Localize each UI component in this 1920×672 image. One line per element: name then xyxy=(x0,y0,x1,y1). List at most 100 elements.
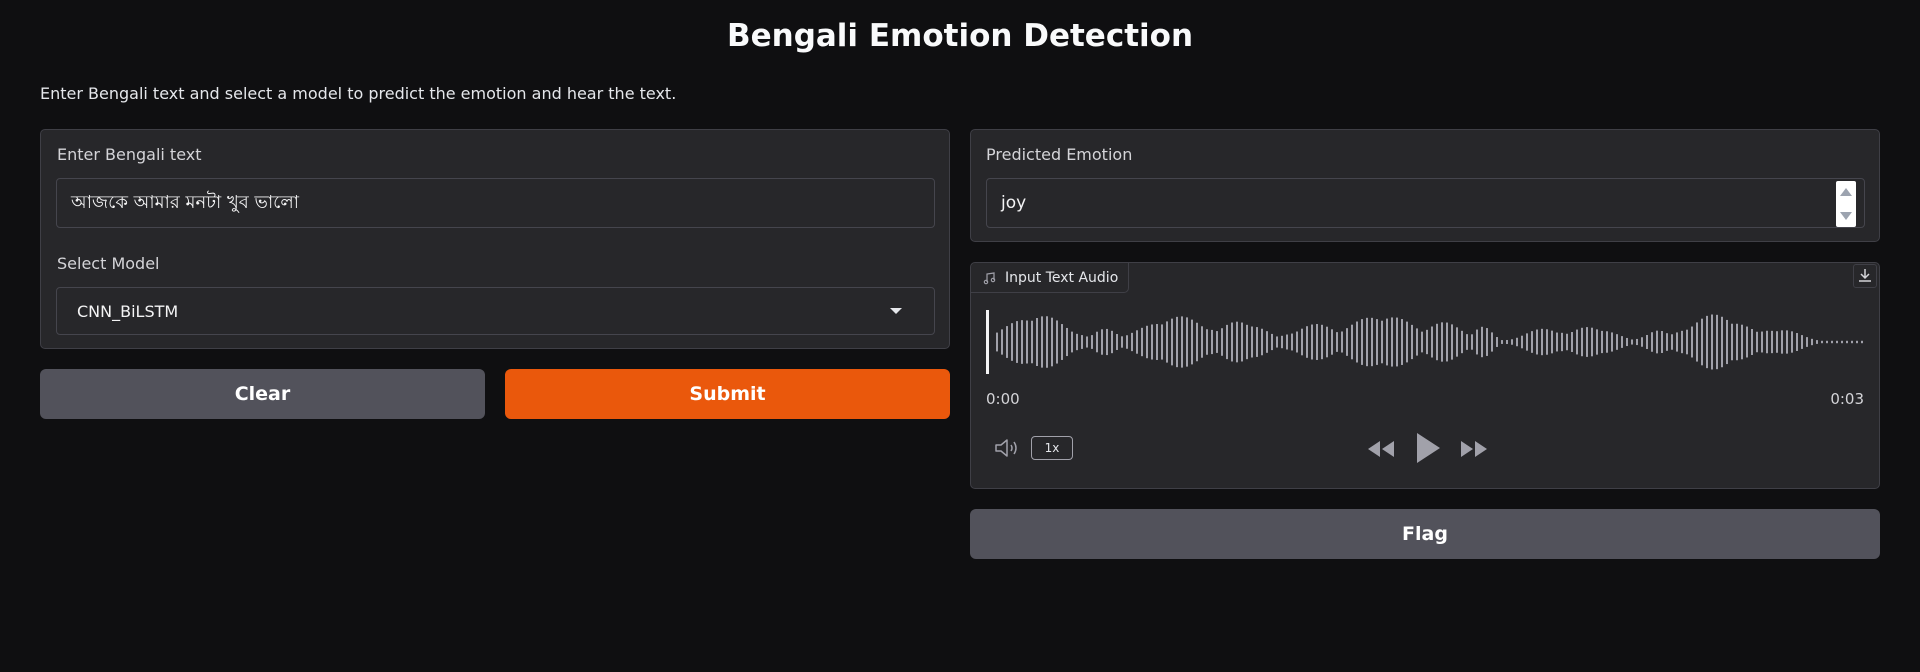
waveform-bar xyxy=(1776,331,1778,353)
waveform-bar xyxy=(1066,327,1068,357)
waveform-bar xyxy=(1081,335,1083,349)
waveform-bar xyxy=(1086,336,1088,348)
waveform-bar xyxy=(1186,317,1188,367)
waveform-bar xyxy=(1006,326,1008,358)
waveform-bar xyxy=(1431,326,1433,358)
submit-button[interactable]: Submit xyxy=(505,369,950,419)
waveform-bar xyxy=(1261,328,1263,356)
waveform-bar xyxy=(1761,331,1763,353)
waveform-bar xyxy=(1426,329,1428,355)
waveform-bar xyxy=(1821,340,1823,344)
waveform-bar xyxy=(1051,317,1053,367)
fast-forward-icon[interactable] xyxy=(1459,438,1489,460)
waveform-bar xyxy=(1201,326,1203,358)
waveform-bar xyxy=(1091,335,1093,349)
flag-button[interactable]: Flag xyxy=(970,509,1880,559)
waveform-bar xyxy=(1531,331,1533,353)
waveform-bar xyxy=(1361,319,1363,365)
chevron-down-icon[interactable] xyxy=(890,308,902,314)
waveform-bar xyxy=(1751,329,1753,355)
page-title: Bengali Emotion Detection xyxy=(726,18,1194,54)
clear-button[interactable]: Clear xyxy=(40,369,485,419)
waveform-bar xyxy=(1696,322,1698,362)
waveform-bar xyxy=(1256,327,1258,357)
play-icon[interactable] xyxy=(1413,430,1443,466)
waveform-bar xyxy=(996,332,998,352)
waveform-bar xyxy=(1541,328,1543,356)
playback-rate-button[interactable]: 1x xyxy=(1031,436,1073,460)
waveform-bar xyxy=(1571,332,1573,352)
waveform-bar xyxy=(1461,330,1463,354)
model-dropdown[interactable]: CNN_BiLSTM xyxy=(56,287,935,335)
waveform-bar xyxy=(1836,340,1838,344)
waveform-bar xyxy=(1026,320,1028,364)
waveform-bar xyxy=(1286,334,1288,350)
waveform-bar xyxy=(1406,321,1408,363)
waveform-bar xyxy=(1436,323,1438,361)
waveform-bar xyxy=(1491,332,1493,352)
waveform-bar xyxy=(1206,329,1208,355)
waveform-bar xyxy=(1191,319,1193,365)
download-icon[interactable] xyxy=(1853,264,1877,288)
waveform-bar xyxy=(1241,322,1243,362)
waveform-bar xyxy=(1771,330,1773,354)
current-time: 0:00 xyxy=(986,390,1020,408)
stepper-down-icon[interactable] xyxy=(1840,212,1852,220)
waveform-bar xyxy=(1231,322,1233,362)
waveform-bar xyxy=(1681,330,1683,354)
waveform-bar xyxy=(1686,329,1688,355)
playhead[interactable] xyxy=(986,310,989,374)
music-note-icon xyxy=(983,272,996,285)
waveform-bar xyxy=(1446,322,1448,362)
waveform-bar xyxy=(1126,335,1128,349)
waveform-bar xyxy=(1036,318,1038,366)
waveform-bar xyxy=(1846,340,1848,344)
audio-label-tab: Input Text Audio xyxy=(971,263,1130,293)
waveform-bar xyxy=(1096,331,1098,353)
waveform-bar xyxy=(1321,324,1323,360)
waveform-bar xyxy=(1166,321,1168,363)
waveform-bar xyxy=(1611,332,1613,352)
waveform-bar xyxy=(1221,328,1223,356)
volume-icon[interactable] xyxy=(993,436,1021,460)
waveform-bar xyxy=(1211,329,1213,355)
waveform-bar xyxy=(1656,330,1658,354)
waveform-bar xyxy=(1786,330,1788,354)
number-stepper[interactable] xyxy=(1836,181,1856,227)
waveform-bar xyxy=(1366,317,1368,367)
waveform-bar xyxy=(1296,331,1298,353)
waveform-bar xyxy=(1601,330,1603,354)
waveform-bar xyxy=(1171,318,1173,366)
waveform-bar xyxy=(1396,317,1398,367)
audio-label: Input Text Audio xyxy=(1005,269,1119,286)
waveform-bar xyxy=(1376,319,1378,365)
waveform-bar xyxy=(1216,331,1218,353)
waveform-bar xyxy=(1706,315,1708,369)
waveform-bar xyxy=(1266,331,1268,353)
waveform-bar xyxy=(1816,340,1818,344)
waveform-bar xyxy=(1016,321,1018,363)
waveform-bar xyxy=(1711,314,1713,370)
waveform-bar xyxy=(1276,336,1278,348)
waveform-bar xyxy=(1831,340,1833,344)
input-panel: Enter Bengali text আজকে আমার মনটা খুব ভা… xyxy=(40,129,950,349)
waveform-bar xyxy=(1331,329,1333,355)
waveform-bar xyxy=(1731,323,1733,361)
waveform-bar xyxy=(1236,321,1238,363)
waveform-bar xyxy=(1451,324,1453,360)
waveform-bar xyxy=(1511,339,1513,345)
waveform-bar xyxy=(1666,333,1668,351)
waveform-bar xyxy=(1156,324,1158,360)
waveform-bar xyxy=(1736,323,1738,361)
waveform-bar xyxy=(1101,329,1103,355)
bengali-text-input[interactable]: আজকে আমার মনটা খুব ভালো xyxy=(56,178,935,228)
waveform-bar xyxy=(1041,316,1043,368)
stepper-up-icon[interactable] xyxy=(1840,188,1852,196)
rewind-icon[interactable] xyxy=(1366,438,1396,460)
waveform-bar xyxy=(1111,330,1113,354)
waveform-bar xyxy=(1586,327,1588,357)
waveform-bar xyxy=(1076,333,1078,351)
waveform-bar xyxy=(1766,330,1768,354)
audio-waveform[interactable] xyxy=(986,310,1866,374)
waveform-bar xyxy=(1271,333,1273,351)
